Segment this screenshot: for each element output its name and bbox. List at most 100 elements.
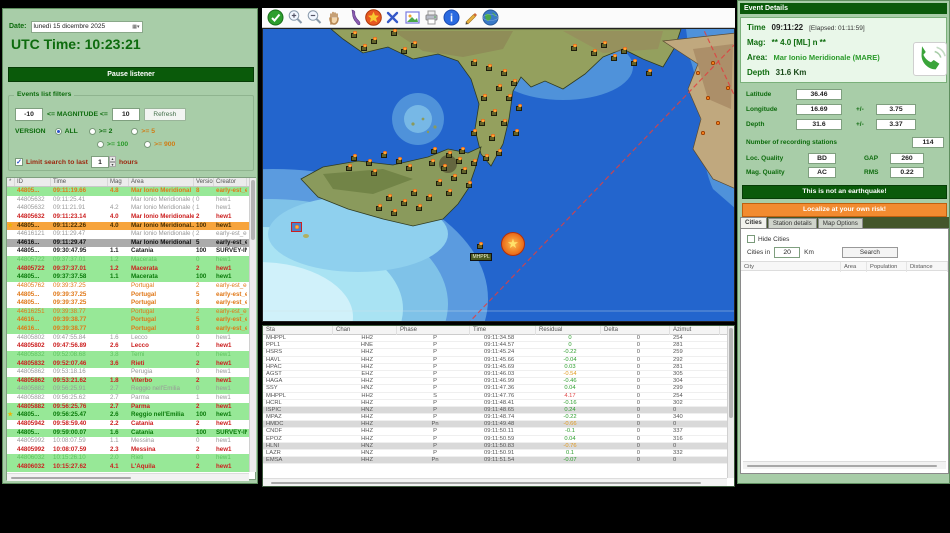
station-marker[interactable] (459, 146, 465, 154)
station-marker[interactable] (479, 118, 485, 126)
station-marker[interactable] (371, 168, 377, 176)
station-marker[interactable] (631, 58, 637, 66)
station-marker[interactable] (371, 36, 377, 44)
station-marker[interactable] (456, 156, 462, 164)
event-row[interactable]: 44805832 09:52:08.68 3.8 Terni 0 hew1 (7, 350, 255, 360)
cities-horizontal-scrollbar[interactable] (743, 461, 946, 469)
events-table-header[interactable]: * ID Time Mag Area Version Creator (7, 178, 255, 187)
station-row[interactable]: HPAC HHZ P 09:11:45.69 0.03 0 281 (263, 363, 734, 371)
cities-table-header[interactable]: City Area Population Distance (741, 261, 948, 272)
event-row[interactable]: 44805862 09:53:21.62 1.8 Viterbo 2 hew1 (7, 376, 255, 386)
station-dot-marker[interactable] (696, 71, 700, 75)
event-row[interactable]: 44805862 09:53:18.16 Perugia 0 hew1 (7, 368, 255, 377)
pause-listener-button[interactable]: Pause listener (8, 67, 254, 82)
station-marker[interactable] (646, 68, 652, 76)
station-marker[interactable] (496, 83, 502, 91)
map-view[interactable]: ★ MHPPL (262, 28, 735, 322)
station-dot-marker[interactable] (716, 121, 720, 125)
hide-cities-checkbox[interactable]: ✓ (747, 235, 755, 243)
event-row[interactable]: 44805802 09:47:55.84 1.6 Lecco 0 hew1 (7, 333, 255, 343)
event-row[interactable]: 44806032 10:15:26.10 2.0 Rieti 0 hew1 (7, 454, 255, 463)
station-marker[interactable] (361, 43, 367, 51)
event-row[interactable]: 4480576209:39:37.25Portugal2early-est_ee… (7, 281, 255, 291)
pan-icon[interactable] (326, 9, 343, 26)
station-marker[interactable] (501, 68, 507, 76)
station-marker[interactable] (376, 203, 382, 211)
station-marker[interactable] (351, 153, 357, 161)
station-row[interactable]: MPAZ HHZ P 09:11:48.74 -0.22 0 340 (263, 414, 734, 422)
version-radio-all[interactable] (54, 128, 62, 135)
version-radio-100[interactable] (97, 141, 104, 148)
calendar-dropdown-icon[interactable]: ▦▾ (132, 24, 139, 30)
close-icon[interactable] (384, 9, 401, 26)
station-row[interactable]: LAZR HNZ P 09:11:50.91 0.1 0 332 (263, 450, 734, 458)
station-marker[interactable] (366, 158, 372, 166)
station-marker[interactable] (446, 188, 452, 196)
confirm-icon[interactable] (267, 9, 284, 26)
station-marker[interactable] (621, 46, 627, 54)
station-marker[interactable] (601, 40, 607, 48)
station-marker[interactable] (471, 58, 477, 66)
events-horizontal-scrollbar[interactable] (7, 473, 249, 481)
station-marker[interactable] (471, 158, 477, 166)
station-marker[interactable] (489, 133, 495, 141)
event-row[interactable]: 44805632 09:11:21.91 4.2 Mar Ionio Meridion… (7, 204, 255, 213)
station-row[interactable]: HMDC HHZ Pn 09:11:49.48 -0.66 0 0 (263, 421, 734, 429)
event-row[interactable]: 44805... 09:59:00.07 1.6 Catania 100 SURVEY-I… (7, 428, 255, 438)
station-marker[interactable] (429, 158, 435, 166)
station-marker[interactable] (411, 40, 417, 48)
not-earthquake-button[interactable]: This is not an earthquake! (742, 185, 947, 199)
station-marker[interactable] (401, 198, 407, 206)
refresh-button[interactable]: Refresh (143, 108, 186, 121)
italy-region-icon[interactable] (345, 9, 362, 26)
station-marker[interactable] (501, 118, 507, 126)
station-marker[interactable] (386, 193, 392, 201)
event-row[interactable]: 44805... 09:37:37.58 1.1 Macerata 100 hew1 (7, 273, 255, 282)
station-row[interactable]: EMSA HHZ Pn 09:11:51.54 -0.07 0 0 (263, 457, 734, 465)
event-row[interactable]: 44805832 09:52:07.46 3.6 Rieti 2 hew1 (7, 359, 255, 369)
station-marker[interactable] (346, 163, 352, 171)
station-marker[interactable] (511, 78, 517, 86)
selected-station-box-marker[interactable] (291, 222, 302, 232)
star-icon[interactable] (364, 9, 382, 26)
event-row[interactable]: 44805882 09:56:25.76 2.7 Parma 2 hew1 (7, 402, 255, 412)
station-marker[interactable] (426, 193, 432, 201)
station-row[interactable]: CNDF HHZ P 09:11:50.11 -0.1 0 337 (263, 428, 734, 436)
station-row[interactable]: HAVL HHZ P 09:11:45.66 -0.04 0 292 (263, 356, 734, 364)
event-row[interactable]: 44805882 09:56:25.91 2.7 Reggio nell'Emilia… (7, 385, 255, 394)
tab-cities[interactable]: Cities (740, 217, 767, 228)
station-marker[interactable] (591, 48, 597, 56)
event-row[interactable]: 44805...09:39:37.25Portugal8early-est_ee… (7, 299, 255, 308)
event-row[interactable]: 4461625109:39:38.77Portugal2early-est_ee… (7, 307, 255, 317)
stepper-arrows[interactable]: ▲ ▼ (108, 156, 116, 168)
station-row[interactable]: PPL1 HNE P 09:11:44.57 0 0 281 (263, 342, 734, 350)
event-row[interactable]: 44616...09:39:38.77Portugal8early-est_ee… (7, 325, 255, 334)
tab-map-options[interactable]: Map Options (817, 218, 863, 228)
event-row[interactable]: 44805632 09:11:23.14 4.0 Mar Ionio Meridion… (7, 212, 255, 222)
image-icon[interactable] (404, 9, 421, 26)
station-marker[interactable] (466, 180, 472, 188)
mag-max-input[interactable]: 10 (111, 108, 140, 121)
station-marker[interactable] (513, 128, 519, 136)
event-row[interactable]: ★ 44805... 09:11:22.26 4.0 Mar Ionio Meridio… (7, 221, 255, 231)
hours-stepper[interactable]: 1 ▲ ▼ (90, 156, 116, 168)
print-icon[interactable] (423, 9, 440, 26)
event-row[interactable]: 44805802 09:47:56.89 2.6 Lecco 2 hew1 (7, 342, 255, 351)
event-row[interactable]: 44805992 10:08:07.59 2.3 Messina 2 hew1 (7, 445, 255, 455)
station-marker[interactable] (396, 156, 402, 164)
station-marker[interactable] (391, 208, 397, 216)
station-row[interactable]: AGST EHZ P 09:11:46.03 -0.54 0 305 (263, 370, 734, 379)
event-row[interactable]: 44805632 09:11:25.41 Mar Ionio Meridionale… (7, 195, 255, 205)
info-icon[interactable]: i (443, 9, 460, 26)
station-marker[interactable] (431, 146, 437, 154)
station-marker[interactable] (401, 46, 407, 54)
station-marker[interactable] (486, 63, 492, 71)
station-row[interactable]: MHPPL HH2 P 09:11:34.58 0 0 254 (263, 335, 734, 343)
station-row[interactable]: ISPIC HNZ P 09:11:48.65 0.24 0 0 (263, 406, 734, 415)
event-row[interactable]: 44805722 09:37:37.01 1.2 Macerata 0 hew1 (7, 256, 255, 265)
tab-station-details[interactable]: Station details (767, 218, 817, 228)
station-marker[interactable] (406, 163, 412, 171)
station-marker[interactable] (416, 203, 422, 211)
station-marker[interactable] (441, 163, 447, 171)
station-marker[interactable] (461, 166, 467, 174)
